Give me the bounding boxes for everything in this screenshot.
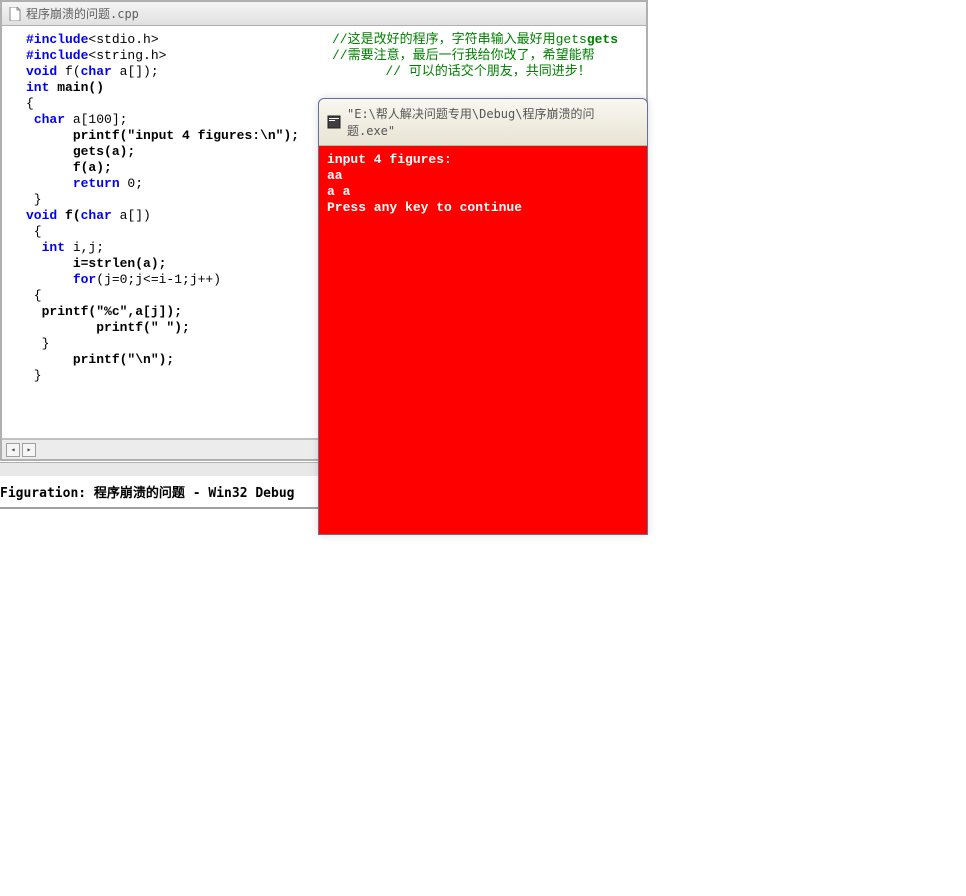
code-text: } [26, 368, 42, 383]
editor-title: 程序崩溃的问题.cpp [26, 5, 139, 22]
console-line: a a [327, 184, 350, 199]
code-keyword: char [81, 64, 112, 79]
code-text: a[]) [112, 208, 151, 223]
build-output-text: Figuration: 程序崩溃的问题 - Win32 Debug [0, 486, 295, 501]
scroll-left-button[interactable]: ◂ [6, 443, 20, 457]
code-text: (j=0;j<=i-1;j++) [96, 272, 221, 287]
code-text: i,j; [65, 240, 104, 255]
code-text: f( [57, 208, 80, 223]
code-text: gets(a); [73, 144, 135, 159]
scroll-right-button[interactable]: ▸ [22, 443, 36, 457]
code-text: i=strlen(a); [73, 256, 167, 271]
code-text: { [26, 224, 42, 239]
code-text: { [26, 96, 34, 111]
code-text: main() [49, 80, 104, 95]
code-keyword: char [34, 112, 65, 127]
code-keyword: return [73, 176, 120, 191]
code-text: printf(" "); [96, 320, 190, 335]
code-keyword: for [73, 272, 96, 287]
code-keyword: #include [26, 32, 88, 47]
console-window[interactable]: "E:\帮人解决问题专用\Debug\程序崩溃的问题.exe" input 4 … [318, 98, 648, 535]
code-text: } [26, 192, 42, 207]
console-titlebar[interactable]: "E:\帮人解决问题专用\Debug\程序崩溃的问题.exe" [319, 99, 647, 146]
code-keyword: void [26, 64, 57, 79]
code-text: <string.h> [88, 48, 166, 63]
code-text: printf("input 4 figures:\n"); [73, 128, 299, 143]
code-keyword: int [26, 80, 49, 95]
code-text: 0; [120, 176, 143, 191]
console-line: aa [327, 168, 343, 183]
code-comment: //这是改好的程序，字符串输入最好用getsgets [332, 32, 618, 48]
console-title: "E:\帮人解决问题专用\Debug\程序崩溃的问题.exe" [347, 105, 639, 139]
console-line: input 4 figures: [327, 152, 452, 167]
code-keyword: int [42, 240, 65, 255]
code-keyword: char [81, 208, 112, 223]
code-text: printf("\n"); [73, 352, 174, 367]
app-icon [327, 115, 341, 129]
code-text: a[]); [112, 64, 159, 79]
code-comment: // 可以的话交个朋友，共同进步！ [362, 64, 591, 80]
code-text: f( [57, 64, 80, 79]
code-text: } [26, 336, 49, 351]
code-text: printf("%c",a[j]); [42, 304, 182, 319]
code-keyword: #include [26, 48, 88, 63]
code-text: f(a); [73, 160, 112, 175]
file-icon [8, 7, 22, 21]
code-text: <stdio.h> [88, 32, 158, 47]
code-keyword: void [26, 208, 57, 223]
code-text: { [26, 288, 42, 303]
console-line: Press any key to continue [327, 200, 522, 215]
code-text: a[100]; [65, 112, 127, 127]
console-body[interactable]: input 4 figures: aa a a Press any key to… [319, 146, 647, 534]
editor-titlebar[interactable]: 程序崩溃的问题.cpp [2, 2, 646, 26]
code-comment: //需要注意，最后一行我给你改了，希望能帮 [332, 48, 595, 64]
